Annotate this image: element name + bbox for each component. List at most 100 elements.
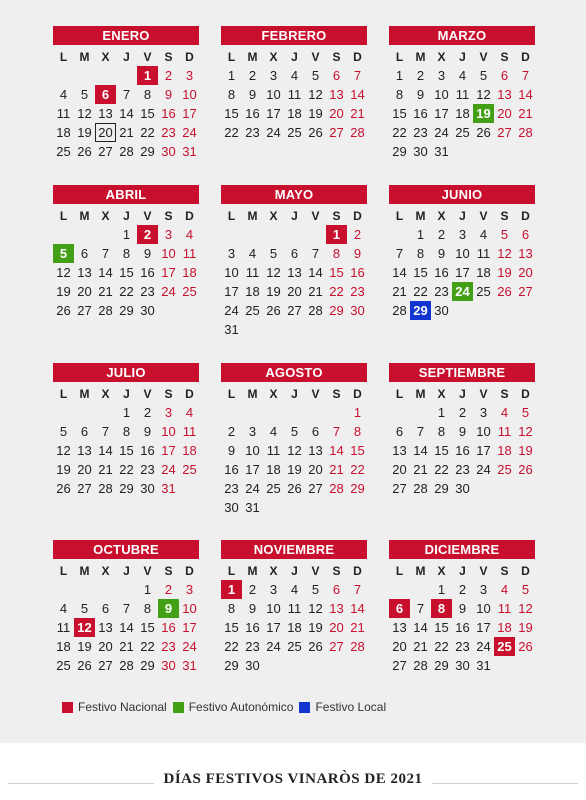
day-cell: 17 bbox=[476, 443, 491, 458]
month-title: FEBRERO bbox=[221, 26, 367, 45]
day-cell: 30 bbox=[140, 303, 155, 318]
weekday-label: M bbox=[247, 564, 258, 578]
day-cell: 15 bbox=[413, 265, 428, 280]
day-cell: 22 bbox=[140, 125, 155, 140]
weekend-day: 31 bbox=[182, 144, 197, 159]
day-cell: 22 bbox=[392, 125, 407, 140]
holiday-nacional-day: 6 bbox=[389, 599, 410, 618]
day-cell: 17 bbox=[455, 265, 470, 280]
day-grid: 1 2 3 4 5 6 7 8 9 10 11 12 13 14 15 16 17 18 19 20 21 22 23 24 2… bbox=[221, 403, 367, 517]
empty-day-cell bbox=[53, 66, 74, 85]
day-cell: 24 bbox=[266, 639, 281, 654]
weekend-day: 5 bbox=[521, 582, 530, 597]
day-cell: 13 bbox=[392, 443, 407, 458]
holiday-nacional-day: 1 bbox=[221, 580, 242, 599]
weekend-day: 28 bbox=[329, 481, 344, 496]
day-cell: 24 bbox=[476, 639, 491, 654]
day-cell: 15 bbox=[224, 106, 239, 121]
weekend-day: 20 bbox=[518, 265, 533, 280]
day-cell: 18 bbox=[266, 462, 281, 477]
day-cell: 16 bbox=[140, 443, 155, 458]
weekday-label: X bbox=[437, 387, 446, 401]
holiday-nacional-day: 8 bbox=[431, 599, 452, 618]
day-cell: 14 bbox=[392, 265, 407, 280]
day-cell: 9 bbox=[227, 443, 236, 458]
day-cell: 1 bbox=[437, 405, 446, 420]
day-cell: 11 bbox=[245, 265, 260, 280]
month-agosto: AGOSTO L M X J V S D 1 2 3 4 5 6 7 8 9 10 11 12 13 14 15 16 17 18… bbox=[221, 363, 367, 517]
day-cell: 29 bbox=[434, 481, 449, 496]
day-cell: 3 bbox=[479, 582, 488, 597]
weekday-header-row: LMXJVSD bbox=[53, 562, 199, 580]
day-cell: 20 bbox=[287, 284, 302, 299]
day-cell: 23 bbox=[245, 125, 260, 140]
weekday-label: D bbox=[521, 209, 530, 223]
day-cell: 22 bbox=[413, 284, 428, 299]
day-cell: 23 bbox=[434, 284, 449, 299]
weekend-day: 7 bbox=[332, 424, 341, 439]
weekday-header-row: LMXJVSD bbox=[53, 48, 199, 66]
day-cell: 2 bbox=[227, 424, 236, 439]
day-cell: 27 bbox=[287, 303, 302, 318]
weekday-label: L bbox=[59, 209, 68, 223]
weekday-label: D bbox=[185, 564, 194, 578]
weekend-day: 19 bbox=[518, 620, 533, 635]
weekend-day: 19 bbox=[518, 443, 533, 458]
weekend-day: 17 bbox=[161, 443, 176, 458]
day-cell: 21 bbox=[119, 125, 134, 140]
weekend-day: 19 bbox=[497, 265, 512, 280]
day-cell: 16 bbox=[245, 106, 260, 121]
weekday-label: J bbox=[459, 564, 466, 578]
day-cell: 22 bbox=[119, 284, 134, 299]
weekday-label: J bbox=[123, 50, 130, 64]
empty-day-cell bbox=[305, 403, 326, 422]
day-cell: 1 bbox=[122, 405, 131, 420]
weekday-label: S bbox=[332, 50, 341, 64]
day-cell: 10 bbox=[266, 87, 281, 102]
day-cell: 3 bbox=[437, 68, 446, 83]
weekday-label: J bbox=[459, 50, 466, 64]
day-cell: 8 bbox=[227, 87, 236, 102]
day-cell: 5 bbox=[311, 582, 320, 597]
weekend-day: 6 bbox=[500, 68, 509, 83]
day-cell: 26 bbox=[266, 303, 281, 318]
day-cell: 18 bbox=[287, 620, 302, 635]
day-cell: 30 bbox=[224, 500, 239, 515]
day-cell: 30 bbox=[245, 658, 260, 673]
weekday-label: X bbox=[101, 564, 110, 578]
day-cell: 26 bbox=[287, 481, 302, 496]
day-cell: 27 bbox=[308, 481, 323, 496]
weekday-label: S bbox=[332, 387, 341, 401]
day-cell: 31 bbox=[434, 144, 449, 159]
weekday-label: J bbox=[291, 50, 298, 64]
day-cell: 1 bbox=[143, 582, 152, 597]
day-cell: 15 bbox=[434, 443, 449, 458]
month-title: OCTUBRE bbox=[53, 540, 199, 559]
day-cell: 20 bbox=[308, 462, 323, 477]
day-cell: 28 bbox=[413, 658, 428, 673]
month-mayo: MAYO L M X J V S D 1 2 3 4 5 6 7 8 9 10 11 12 13 14 15 16 17 18 19… bbox=[221, 185, 367, 339]
day-cell: 30 bbox=[413, 144, 428, 159]
weekend-day: 18 bbox=[497, 443, 512, 458]
day-cell: 27 bbox=[98, 658, 113, 673]
day-cell: 6 bbox=[311, 424, 320, 439]
day-cell: 23 bbox=[140, 284, 155, 299]
day-cell: 7 bbox=[311, 246, 320, 261]
day-cell: 22 bbox=[224, 125, 239, 140]
day-cell: 20 bbox=[392, 639, 407, 654]
weekend-day: 26 bbox=[497, 284, 512, 299]
day-cell: 9 bbox=[143, 246, 152, 261]
calendar-panel: ENERO L M X J V S D 1 2 3 4 5 6 7 8 9 10 11 12 13 14 15 16 17 18 1… bbox=[0, 0, 586, 743]
day-cell: 9 bbox=[416, 87, 425, 102]
day-cell: 5 bbox=[80, 87, 89, 102]
empty-day-cell bbox=[53, 403, 74, 422]
weekday-label: X bbox=[269, 209, 278, 223]
weekday-label: D bbox=[521, 387, 530, 401]
day-cell: 21 bbox=[308, 284, 323, 299]
legend-swatch-autonomico bbox=[172, 701, 184, 713]
weekend-day: 9 bbox=[353, 246, 362, 261]
empty-day-cell bbox=[74, 580, 95, 599]
weekday-label: L bbox=[227, 564, 236, 578]
day-cell: 14 bbox=[413, 620, 428, 635]
day-cell: 30 bbox=[140, 481, 155, 496]
